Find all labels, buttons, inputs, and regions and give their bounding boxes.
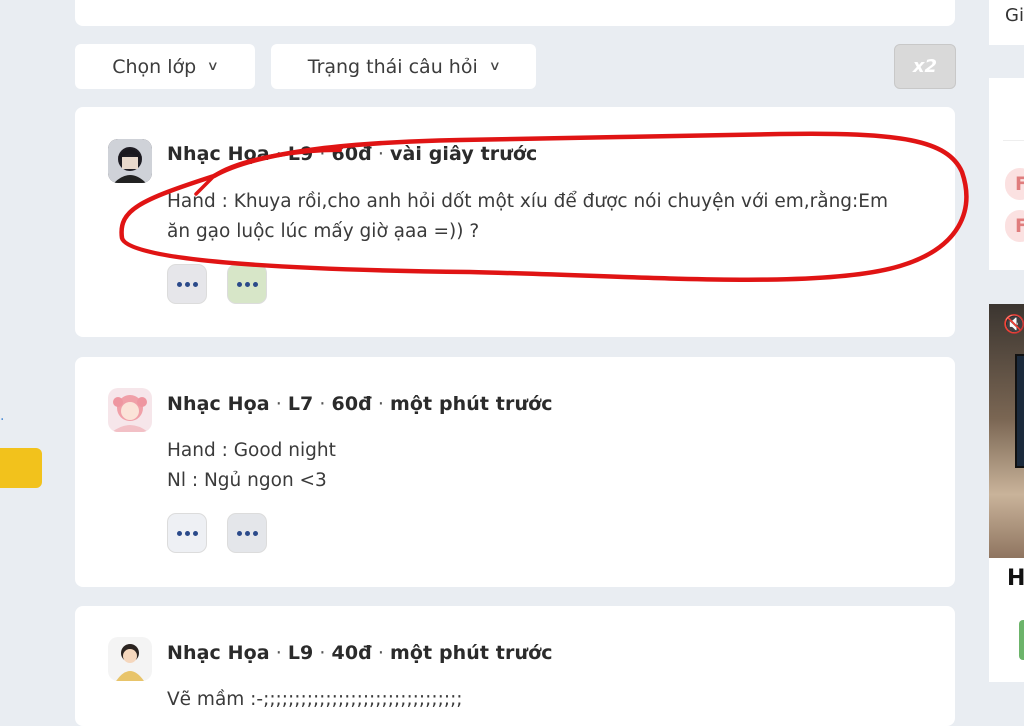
chevron-down-icon: ∨ — [488, 59, 501, 74]
post-meta: Nhạc Họa · L9 · 60đ · vài giây trước — [167, 143, 538, 165]
avatar[interactable] — [108, 388, 152, 432]
sidebar-card: Gi — [989, 0, 1024, 45]
chevron-down-icon: ∨ — [206, 59, 220, 74]
reaction-image[interactable] — [167, 264, 207, 304]
class-filter-dropdown[interactable]: Chọn lớp ∨ — [75, 44, 255, 89]
reaction-image[interactable] — [227, 264, 267, 304]
post-line: Hand : Khuya rồi,cho anh hỏi dốt một xíu… — [167, 191, 888, 212]
avatar[interactable] — [108, 139, 152, 183]
sidebar-pill[interactable]: F — [1005, 168, 1024, 200]
post-line: Vẽ mầm :-;;;;;;;;;;;;;;;;;;;;;;;;;;;;;;;… — [167, 689, 463, 710]
mute-icon[interactable]: 🔇 — [1003, 314, 1024, 335]
points: 40đ — [331, 642, 372, 664]
author-name[interactable]: Nhạc Họa — [167, 393, 270, 415]
status-filter-label: Trạng thái câu hỏi — [307, 55, 478, 78]
points: 60đ — [331, 143, 372, 165]
device-graphic — [1015, 354, 1024, 468]
video-thumbnail[interactable]: 🔇 — [989, 304, 1024, 558]
author-name[interactable]: Nhạc Họa — [167, 143, 270, 165]
class-filter-label: Chọn lớp — [112, 55, 197, 78]
post-meta: Nhạc Họa · L9 · 40đ · một phút trước — [167, 642, 553, 664]
post-time: một phút trước — [390, 393, 553, 415]
left-link-fragment[interactable]: . — [0, 408, 4, 424]
author-name[interactable]: Nhạc Họa — [167, 642, 270, 664]
sidebar-card: F F — [989, 78, 1024, 270]
question-card[interactable]: Nhạc Họa · L7 · 60đ · một phút trước Hand : Go… — [75, 357, 955, 587]
video-card[interactable]: 🔇 H — [989, 304, 1024, 682]
divider — [1003, 140, 1024, 141]
video-heading: H — [1007, 566, 1024, 591]
sidebar-text: Gi — [1005, 5, 1024, 26]
question-card[interactable]: Nhạc Họa · L9 · 60đ · vài giây trước Hand : Kh… — [75, 107, 955, 337]
x2-button[interactable]: x2 — [894, 44, 956, 89]
post-line: Hand : Good night — [167, 440, 336, 461]
user-level: L9 — [287, 143, 314, 165]
video-thumb-small[interactable] — [1019, 620, 1024, 660]
previous-card — [75, 0, 955, 26]
post-time: vài giây trước — [390, 143, 538, 165]
post-meta: Nhạc Họa · L7 · 60đ · một phút trước — [167, 393, 553, 415]
post-line: ăn gạo luộc lúc mấy giờ ạaa =)) ? — [167, 221, 480, 242]
post-line: Nl : Ngủ ngon <3 — [167, 470, 327, 491]
user-level: L7 — [287, 393, 314, 415]
reaction-image[interactable] — [167, 513, 207, 553]
points: 60đ — [331, 393, 372, 415]
post-content: Hand : Good night Nl : Ngủ ngon <3 — [167, 436, 336, 496]
post-content: Vẽ mầm :-;;;;;;;;;;;;;;;;;;;;;;;;;;;;;;;… — [167, 685, 463, 715]
question-card[interactable]: Nhạc Họa · L9 · 40đ · một phút trước Vẽ mầm :-… — [75, 606, 955, 726]
status-filter-dropdown[interactable]: Trạng thái câu hỏi ∨ — [271, 44, 536, 89]
left-yellow-button[interactable] — [0, 448, 42, 488]
user-level: L9 — [287, 642, 314, 664]
avatar[interactable] — [108, 637, 152, 681]
sidebar-pill[interactable]: F — [1005, 210, 1024, 242]
post-time: một phút trước — [390, 642, 553, 664]
post-content: Hand : Khuya rồi,cho anh hỏi dốt một xíu… — [167, 187, 888, 247]
reaction-image[interactable] — [227, 513, 267, 553]
